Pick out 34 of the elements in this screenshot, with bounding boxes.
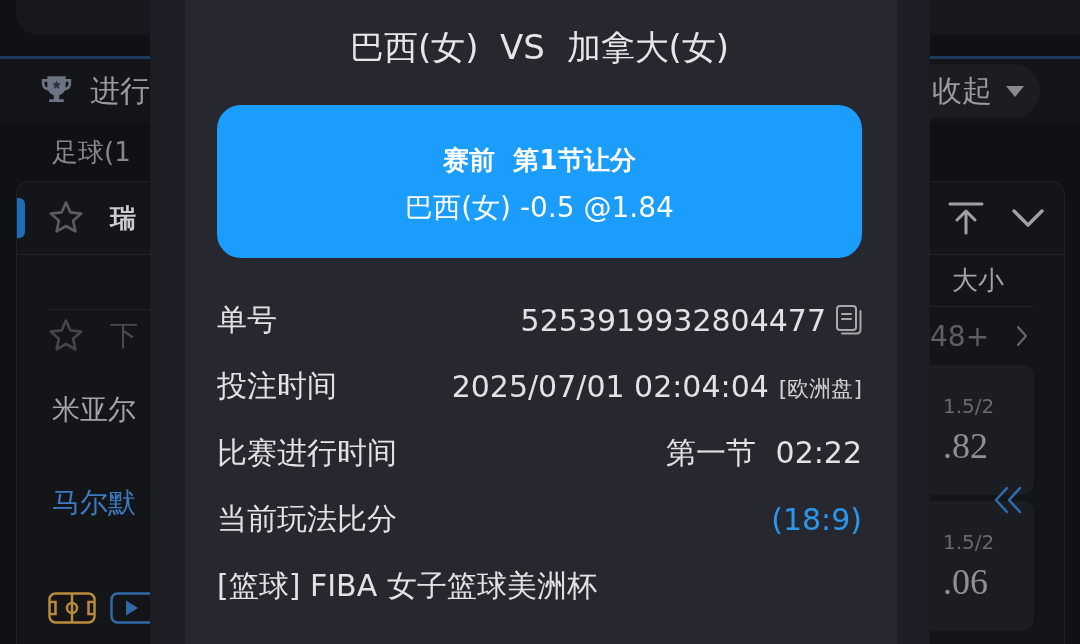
copy-icon[interactable] (836, 305, 862, 336)
team-name: 马尔默 (52, 485, 137, 521)
dialog-title: 巴西(女) VS 加拿大(女) (348, 26, 731, 69)
odds-button[interactable]: 1.5/2 .82 (930, 365, 1034, 495)
team-name: 米亚尔 (52, 392, 137, 428)
market-header: 大小 (952, 264, 1004, 297)
chevron-right-icon[interactable] (1016, 325, 1029, 347)
collapse-button[interactable]: 收起 (930, 64, 1040, 118)
detail-label: 投注时间 (217, 367, 337, 406)
detail-value: 5253919932804477 (520, 302, 826, 338)
odds-button[interactable]: 1.5/2 .06 (930, 501, 1034, 631)
detail-label: 单号 (217, 300, 277, 339)
active-indicator (17, 198, 25, 238)
selection-label: 巴西(女) -0.5 @1.84 (405, 190, 674, 226)
chevron-down-icon[interactable] (1011, 208, 1045, 228)
detail-label: 比赛进行时间 (217, 433, 397, 472)
market-label: 赛前 第1节让分 (443, 144, 636, 177)
league-name[interactable]: 瑞 (110, 200, 136, 236)
detail-value: 第一节 02:22 (666, 433, 862, 472)
league-name: [篮球] FIBA 女子篮球美洲杯 (217, 566, 597, 605)
arrow-to-top-icon[interactable] (948, 201, 984, 235)
score-value: (18:9) (771, 502, 862, 538)
sport-filter-label[interactable]: 足球(1 (52, 134, 131, 170)
star-icon[interactable] (48, 319, 84, 353)
pitch-icon[interactable] (48, 592, 96, 624)
star-icon[interactable] (48, 201, 84, 235)
play-icon[interactable] (110, 592, 150, 624)
caret-icon (1006, 85, 1024, 97)
detail-label: 当前玩法比分 (217, 500, 397, 539)
odds-type-tag: [欧洲盘] (778, 373, 862, 404)
section-title: 进行 (90, 71, 150, 110)
double-chevron-left-icon[interactable] (993, 486, 1023, 514)
more-markets-count[interactable]: 48+ (930, 319, 990, 353)
detail-value: 2025/07/01 02:04:04 (451, 369, 769, 405)
